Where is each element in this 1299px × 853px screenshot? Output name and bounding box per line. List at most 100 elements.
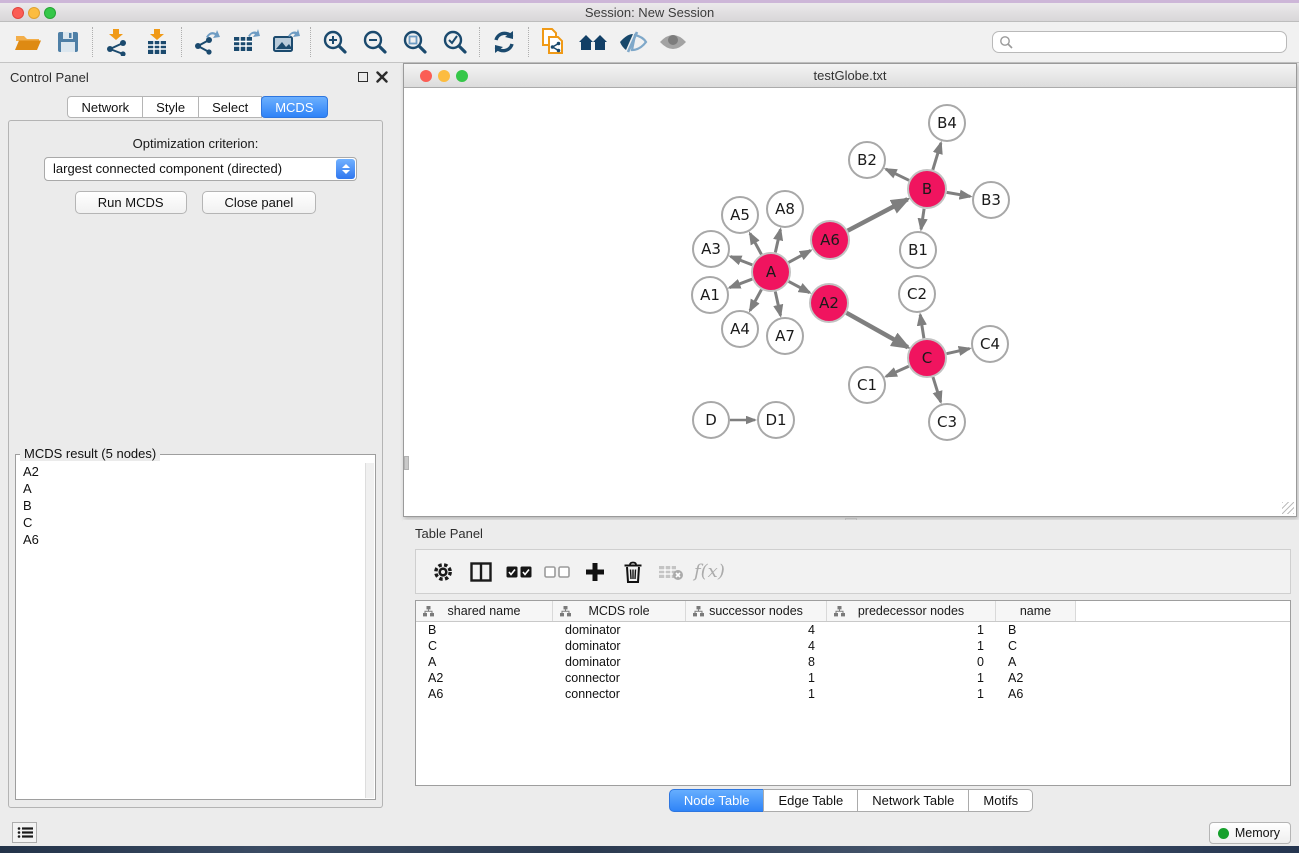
delete-table-button[interactable] (652, 555, 690, 589)
edge-B-B4[interactable] (933, 143, 941, 170)
edge-B-B2[interactable] (886, 169, 909, 180)
close-panel-icon[interactable] (376, 71, 388, 83)
export-network-button[interactable] (186, 26, 226, 58)
window-resize-grip[interactable] (1282, 502, 1294, 514)
memory-button[interactable]: Memory (1209, 822, 1291, 844)
table-row[interactable]: Adominator80A (416, 654, 1290, 670)
result-item-b[interactable]: B (17, 497, 365, 514)
node-A8[interactable]: A8 (767, 191, 803, 227)
edge-A-A8[interactable] (775, 229, 780, 252)
search-input[interactable] (1013, 33, 1286, 51)
node-A4[interactable]: A4 (722, 311, 758, 347)
edge-A-A5[interactable] (750, 233, 761, 254)
node-A3[interactable]: A3 (693, 231, 729, 267)
column-header-name[interactable]: name (996, 601, 1076, 621)
result-item-a6[interactable]: A6 (17, 531, 365, 548)
node-A2[interactable]: A2 (810, 284, 848, 322)
node-C2[interactable]: C2 (899, 276, 935, 312)
node-C1[interactable]: C1 (849, 367, 885, 403)
export-table-button[interactable] (226, 26, 266, 58)
column-header-predecessor-nodes[interactable]: predecessor nodes (827, 601, 996, 621)
import-network-button[interactable] (97, 26, 137, 58)
show-columns-button[interactable] (462, 555, 500, 589)
edge-A-A1[interactable] (730, 279, 753, 288)
node-C[interactable]: C (908, 339, 946, 377)
table-row[interactable]: Cdominator41C (416, 638, 1290, 654)
edge-B-B3[interactable] (947, 192, 971, 196)
result-item-a2[interactable]: A2 (17, 463, 365, 480)
zoom-fit-button[interactable] (395, 26, 435, 58)
node-B4[interactable]: B4 (929, 105, 965, 141)
select-all-button[interactable] (500, 555, 538, 589)
delete-column-button[interactable] (614, 555, 652, 589)
node-A1[interactable]: A1 (692, 277, 728, 313)
edge-A-A3[interactable] (731, 257, 753, 265)
column-header-MCDS-role[interactable]: MCDS role (553, 601, 686, 621)
tab-network[interactable]: Network (67, 96, 143, 118)
deselect-all-button[interactable] (538, 555, 576, 589)
function-builder-button[interactable]: f(x) (694, 561, 725, 582)
node-A7[interactable]: A7 (767, 318, 803, 354)
result-item-c[interactable]: C (17, 514, 365, 531)
zoom-out-button[interactable] (355, 26, 395, 58)
table-row[interactable]: Bdominator41B (416, 622, 1290, 638)
edge-C-C3[interactable] (933, 377, 941, 402)
tab-motifs[interactable]: Motifs (968, 789, 1033, 812)
zoom-in-button[interactable] (315, 26, 355, 58)
node-B3[interactable]: B3 (973, 182, 1009, 218)
edge-C-C4[interactable] (947, 349, 970, 354)
show-all-button[interactable] (653, 26, 693, 58)
network-window-titlebar[interactable]: testGlobe.txt (404, 64, 1296, 88)
node-A5[interactable]: A5 (722, 197, 758, 233)
close-panel-button[interactable]: Close panel (202, 191, 317, 214)
edge-A-A6[interactable] (789, 250, 811, 262)
float-panel-button[interactable] (358, 72, 368, 82)
network-canvas[interactable]: B4 B2 B B3 A8A5 A6 A3 B1 A A1 C2 A2 A4A7 C4 C C1 D D1 C3 (404, 88, 1296, 516)
node-B2[interactable]: B2 (849, 142, 885, 178)
table-settings-button[interactable] (424, 555, 462, 589)
search-box[interactable] (992, 31, 1287, 53)
tab-mcds[interactable]: MCDS (261, 96, 327, 118)
run-mcds-button[interactable]: Run MCDS (75, 191, 187, 214)
node-B1[interactable]: B1 (900, 232, 936, 268)
tab-edge-table[interactable]: Edge Table (763, 789, 858, 812)
clone-network-button[interactable] (533, 26, 573, 58)
save-session-button[interactable] (48, 26, 88, 58)
result-item-a[interactable]: A (17, 480, 365, 497)
edge-A-A4[interactable] (750, 290, 761, 311)
hide-selected-button[interactable] (613, 26, 653, 58)
node-A[interactable]: A (752, 253, 790, 291)
node-C4[interactable]: C4 (972, 326, 1008, 362)
tab-style[interactable]: Style (142, 96, 199, 118)
tab-node-table[interactable]: Node Table (669, 789, 765, 812)
add-column-button[interactable] (576, 555, 614, 589)
node-D1[interactable]: D1 (758, 402, 794, 438)
column-header-shared-name[interactable]: shared name (416, 601, 553, 621)
column-header-successor-nodes[interactable]: successor nodes (686, 601, 827, 621)
edge-C-C2[interactable] (920, 315, 924, 338)
edge-B-B1[interactable] (921, 209, 924, 229)
first-neighbors-button[interactable] (573, 26, 613, 58)
edge-C-C1[interactable] (886, 366, 909, 376)
edge-A-A7[interactable] (775, 292, 780, 316)
edge-A-A2[interactable] (789, 281, 810, 292)
node-B[interactable]: B (908, 170, 946, 208)
edge-A6-B[interactable] (848, 199, 908, 230)
criterion-dropdown[interactable]: largest connected component (directed) (44, 157, 357, 181)
node-A6[interactable]: A6 (811, 221, 849, 259)
refresh-view-button[interactable] (484, 26, 524, 58)
tab-network-table[interactable]: Network Table (857, 789, 969, 812)
canvas-vertical-scroll-thumb[interactable] (404, 456, 409, 470)
node-C3[interactable]: C3 (929, 404, 965, 440)
table-row[interactable]: A6connector11A6 (416, 686, 1290, 702)
import-table-button[interactable] (137, 26, 177, 58)
node-D[interactable]: D (693, 402, 729, 438)
table-row[interactable]: A2connector11A2 (416, 670, 1290, 686)
mcds-result-list[interactable]: A2ABCA6 (17, 463, 365, 798)
zoom-selected-button[interactable] (435, 26, 475, 58)
task-history-button[interactable] (12, 822, 37, 843)
result-scrollbar[interactable] (365, 463, 374, 798)
export-image-button[interactable] (266, 26, 306, 58)
tab-select[interactable]: Select (198, 96, 262, 118)
edge-A2-C[interactable] (846, 313, 907, 347)
